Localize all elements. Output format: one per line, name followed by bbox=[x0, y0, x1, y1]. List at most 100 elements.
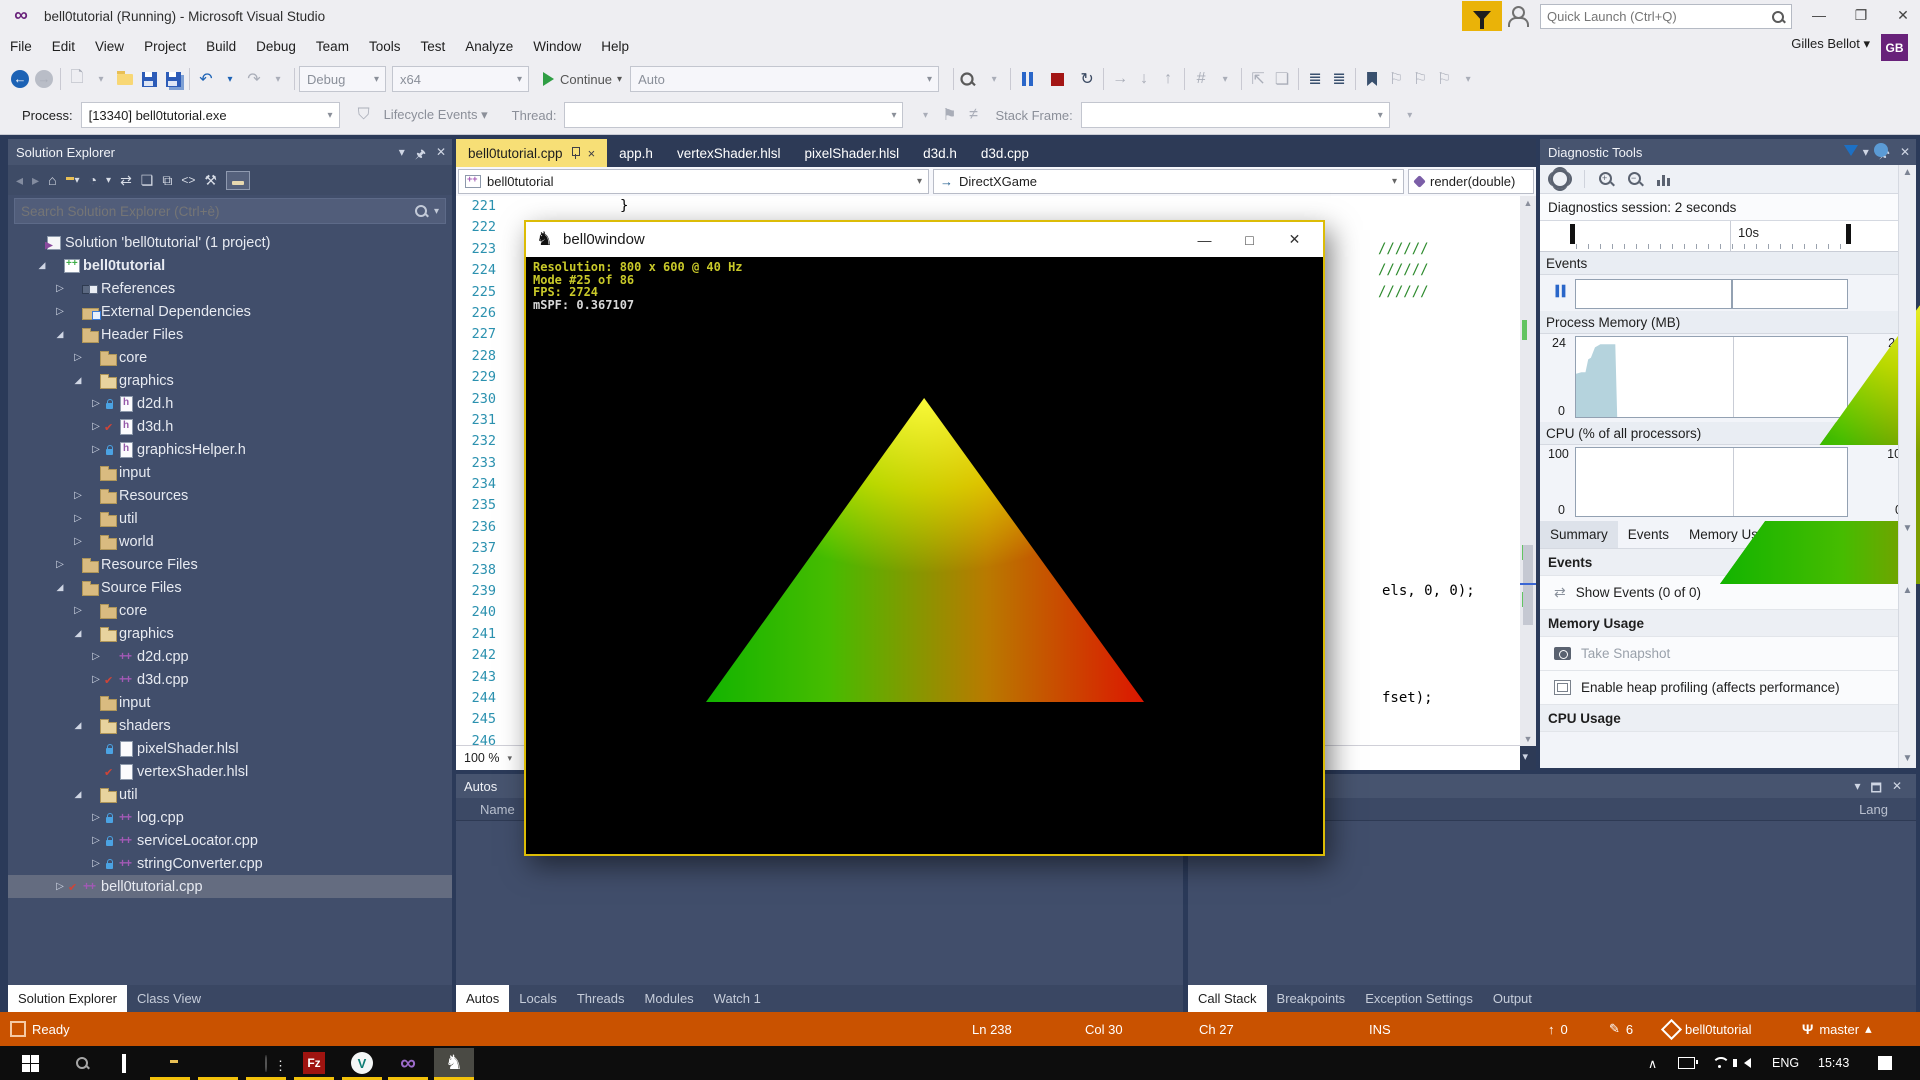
bell0window[interactable]: ♞ bell0window — □ ✕ Resolution: 800 x 60… bbox=[524, 220, 1325, 856]
tree-item[interactable]: graphics bbox=[8, 622, 452, 645]
volume-icon[interactable] bbox=[1744, 1046, 1751, 1080]
cpu-section-header[interactable]: ◢CPU (% of all processors) bbox=[1540, 422, 1916, 445]
timeline[interactable]: 10s bbox=[1540, 221, 1916, 252]
step-into-icon[interactable]: → bbox=[1108, 66, 1132, 92]
panel-tab[interactable]: Class View bbox=[127, 985, 211, 1012]
expander-icon[interactable] bbox=[88, 444, 104, 455]
tree-item[interactable]: d2d.cpp bbox=[8, 645, 452, 668]
code-line-number[interactable]: 242 bbox=[456, 645, 506, 666]
git-branch[interactable]: Ψ master ▴ bbox=[1802, 1012, 1872, 1046]
expander-icon[interactable] bbox=[88, 812, 104, 823]
repo-name[interactable]: bell0tutorial bbox=[1664, 1012, 1752, 1046]
show-all-files-icon[interactable]: ⧉ bbox=[162, 173, 172, 187]
menu-item[interactable]: Project bbox=[134, 35, 196, 59]
thread-combo[interactable]: ▾ bbox=[564, 102, 903, 128]
stop-icon[interactable] bbox=[1045, 66, 1069, 92]
tree-item[interactable]: References bbox=[8, 277, 452, 300]
menu-item[interactable]: Edit bbox=[42, 35, 85, 59]
new-file-icon[interactable]: 🗋 bbox=[65, 66, 89, 92]
memory-section-header[interactable]: ◢Process Memory (MB) bbox=[1540, 311, 1916, 334]
tree-item[interactable]: graphicsHelper.h bbox=[8, 438, 452, 461]
expander-icon[interactable] bbox=[70, 375, 86, 386]
panel-tab[interactable]: Output bbox=[1483, 985, 1542, 1012]
document-tab[interactable]: pixelShader.hlsl × bbox=[793, 139, 912, 167]
tree-item[interactable]: shaders bbox=[8, 714, 452, 737]
continue-button[interactable]: Continue▾ bbox=[543, 66, 622, 92]
timeline-marker[interactable] bbox=[1570, 224, 1575, 244]
file-explorer-icon[interactable] bbox=[150, 1048, 190, 1078]
undo-icon[interactable]: ↶ bbox=[194, 66, 218, 92]
pin-icon[interactable] bbox=[571, 147, 580, 159]
code-line-number[interactable]: 245 bbox=[456, 709, 506, 730]
close-button[interactable]: ✕ bbox=[1884, 0, 1920, 30]
settings-gear-icon[interactable] bbox=[1550, 169, 1570, 189]
document-tab[interactable]: d3d.cpp × bbox=[969, 139, 1041, 167]
se-forward-icon[interactable]: ▸ bbox=[32, 173, 39, 187]
expander-icon[interactable] bbox=[52, 582, 68, 593]
tree-item[interactable]: world bbox=[8, 530, 452, 553]
bell0window-icon[interactable]: ♞ bbox=[434, 1048, 474, 1078]
pin-icon[interactable]: 🖈 bbox=[415, 145, 426, 166]
editor-scrollbar[interactable]: ▲ ▼ bbox=[1520, 196, 1536, 746]
panel-tab[interactable]: Locals bbox=[509, 985, 567, 1012]
start-icon[interactable] bbox=[10, 1048, 50, 1078]
document-tab[interactable]: app.h × bbox=[607, 139, 665, 167]
pending-edits[interactable]: ✎ 6 bbox=[1609, 1012, 1633, 1046]
firefox-icon[interactable] bbox=[198, 1048, 238, 1078]
redo-icon[interactable]: ↷ bbox=[242, 66, 266, 92]
sync-count[interactable]: ↑ 0 bbox=[1548, 1012, 1568, 1046]
platform-combo[interactable]: x64▾ bbox=[392, 66, 529, 92]
properties-icon[interactable]: ⚒ bbox=[204, 173, 217, 187]
expander-icon[interactable] bbox=[70, 789, 86, 800]
panel-tab[interactable]: Watch 1 bbox=[704, 985, 771, 1012]
panel-tab[interactable]: Modules bbox=[635, 985, 704, 1012]
tree-item[interactable]: pixelShader.hlsl bbox=[8, 737, 452, 760]
menu-item[interactable]: File bbox=[0, 35, 42, 59]
menu-item[interactable]: Help bbox=[591, 35, 639, 59]
zoom-level[interactable]: 100 % bbox=[456, 751, 499, 765]
expander-icon[interactable] bbox=[52, 306, 68, 317]
tree-item[interactable]: Header Files bbox=[8, 323, 452, 346]
preview-selected-icon[interactable] bbox=[226, 171, 250, 190]
menu-item[interactable]: Debug bbox=[246, 35, 306, 59]
restart-icon[interactable]: ↻ bbox=[1075, 66, 1099, 92]
code-line-number[interactable]: 237 bbox=[456, 538, 506, 559]
flag-icon[interactable]: ⚑ bbox=[937, 102, 961, 128]
notification-center-icon[interactable] bbox=[1878, 1046, 1892, 1080]
tree-item[interactable]: serviceLocator.cpp bbox=[8, 829, 452, 852]
bookmark-icon[interactable] bbox=[1360, 66, 1384, 92]
navigate-back-icon[interactable]: ← bbox=[8, 66, 32, 92]
process-combo[interactable]: [13340] bell0tutorial.exe▾ bbox=[81, 102, 340, 128]
code-line-number[interactable]: 225 bbox=[456, 282, 506, 303]
document-tab[interactable]: bell0tutorial.cpp × bbox=[456, 139, 607, 167]
menu-item[interactable]: Build bbox=[196, 35, 246, 59]
timeline-marker[interactable] bbox=[1846, 224, 1851, 244]
media-app-icon[interactable]: V bbox=[342, 1048, 382, 1078]
wifi-icon[interactable] bbox=[1712, 1046, 1728, 1080]
step-out-icon[interactable]: ↑ bbox=[1156, 66, 1180, 92]
tree-item[interactable]: util bbox=[8, 783, 452, 806]
type-dropdown[interactable]: → DirectXGame▾ bbox=[933, 169, 1404, 194]
home-icon[interactable]: ⌂ bbox=[48, 173, 56, 187]
expander-icon[interactable] bbox=[52, 559, 68, 570]
zoom-dropdown-icon[interactable]: ▾ bbox=[507, 753, 512, 764]
code-line-number[interactable]: 231 bbox=[456, 410, 506, 431]
code-line-number[interactable]: 246 bbox=[456, 731, 506, 746]
heap-profiling-link[interactable]: Enable heap profiling (affects performan… bbox=[1540, 671, 1916, 705]
tree-item[interactable]: d2d.h bbox=[8, 392, 452, 415]
pending-changes-icon[interactable]: ◔ bbox=[89, 173, 97, 187]
panel-dropdown-icon[interactable]: ▾ bbox=[1863, 145, 1869, 166]
code-line-number[interactable]: 232 bbox=[456, 431, 506, 452]
menu-item[interactable]: Tools bbox=[359, 35, 411, 59]
expander-icon[interactable] bbox=[52, 329, 68, 340]
close-tab-icon[interactable]: × bbox=[588, 146, 596, 161]
pointer-icon[interactable]: ⇱ bbox=[1246, 66, 1270, 92]
code-line-number[interactable]: 222 bbox=[456, 217, 506, 238]
tree-item[interactable]: Source Files bbox=[8, 576, 452, 599]
solution-search[interactable]: ▾ bbox=[14, 198, 446, 224]
tree-item[interactable]: graphics bbox=[8, 369, 452, 392]
navigate-forward-icon[interactable]: → bbox=[32, 66, 56, 92]
save-icon[interactable] bbox=[137, 66, 161, 92]
float-icon[interactable]: 🗖 bbox=[1871, 779, 1882, 800]
stack-frame-combo[interactable]: ▾ bbox=[1081, 102, 1390, 128]
